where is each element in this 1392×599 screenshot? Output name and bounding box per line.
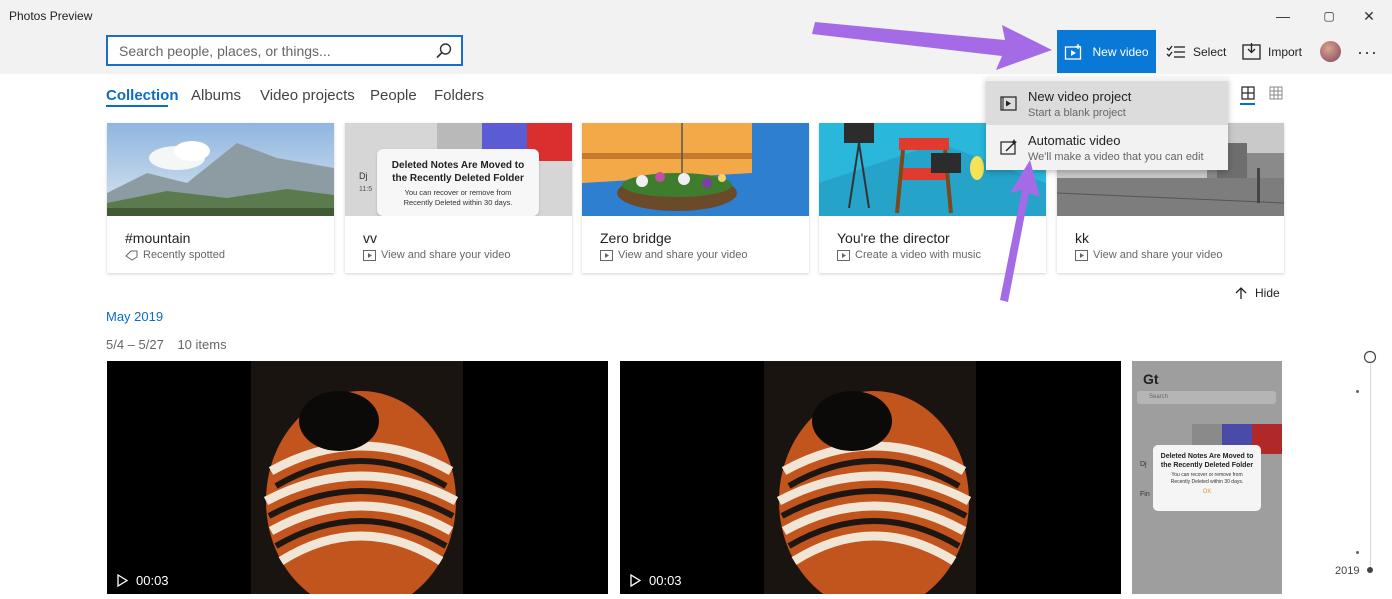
- timeline-dot: [1356, 551, 1359, 554]
- notes-side-text: Dj: [1140, 461, 1147, 468]
- vase-image: [764, 361, 976, 594]
- video-tile[interactable]: 00:03: [107, 361, 608, 594]
- month-heading[interactable]: May 2019: [106, 309, 163, 324]
- timeline-year[interactable]: 2019: [1335, 565, 1359, 577]
- timeline-scrubber-track[interactable]: [1370, 364, 1371, 570]
- duration-text: 00:03: [136, 573, 169, 588]
- date-range: 5/4 – 5/27 10 items: [106, 337, 227, 352]
- arrow-up-icon: [1235, 286, 1247, 299]
- item-count: 10 items: [177, 337, 227, 352]
- duration-label: 00:03: [117, 573, 169, 588]
- arrow-to-automatic-video: [1000, 160, 1040, 302]
- play-icon: [117, 574, 128, 587]
- vase-image: [251, 361, 463, 594]
- notes-dialog-ok: OK: [1202, 489, 1212, 495]
- arrow-to-new-video: [812, 22, 1052, 70]
- timeline-dot: [1356, 390, 1359, 393]
- hide-label: Hide: [1255, 286, 1280, 300]
- duration-text: 00:03: [649, 573, 682, 588]
- scrubber-handle[interactable]: [1363, 350, 1377, 364]
- play-icon: [630, 574, 641, 587]
- video-tile[interactable]: 00:03: [620, 361, 1121, 594]
- photo-tile[interactable]: Gt Search Dj Fin Deleted Notes Are Moved…: [1132, 361, 1282, 594]
- notes-side-text: Fin: [1140, 491, 1150, 498]
- hide-button[interactable]: Hide: [1235, 286, 1280, 300]
- notes-dialog-title: Deleted Notes Are Moved to the Recently …: [1160, 453, 1254, 469]
- duration-label: 00:03: [630, 573, 682, 588]
- timeline-dot: [1367, 567, 1373, 573]
- notes-search: Search: [1137, 391, 1276, 404]
- notes-header: Gt: [1143, 371, 1159, 387]
- notes-dialog-body: You can recover or remove from Recently …: [1170, 472, 1244, 485]
- date-range-text: 5/4 – 5/27: [106, 337, 164, 352]
- notes-dialog: Deleted Notes Are Moved to the Recently …: [1153, 445, 1261, 511]
